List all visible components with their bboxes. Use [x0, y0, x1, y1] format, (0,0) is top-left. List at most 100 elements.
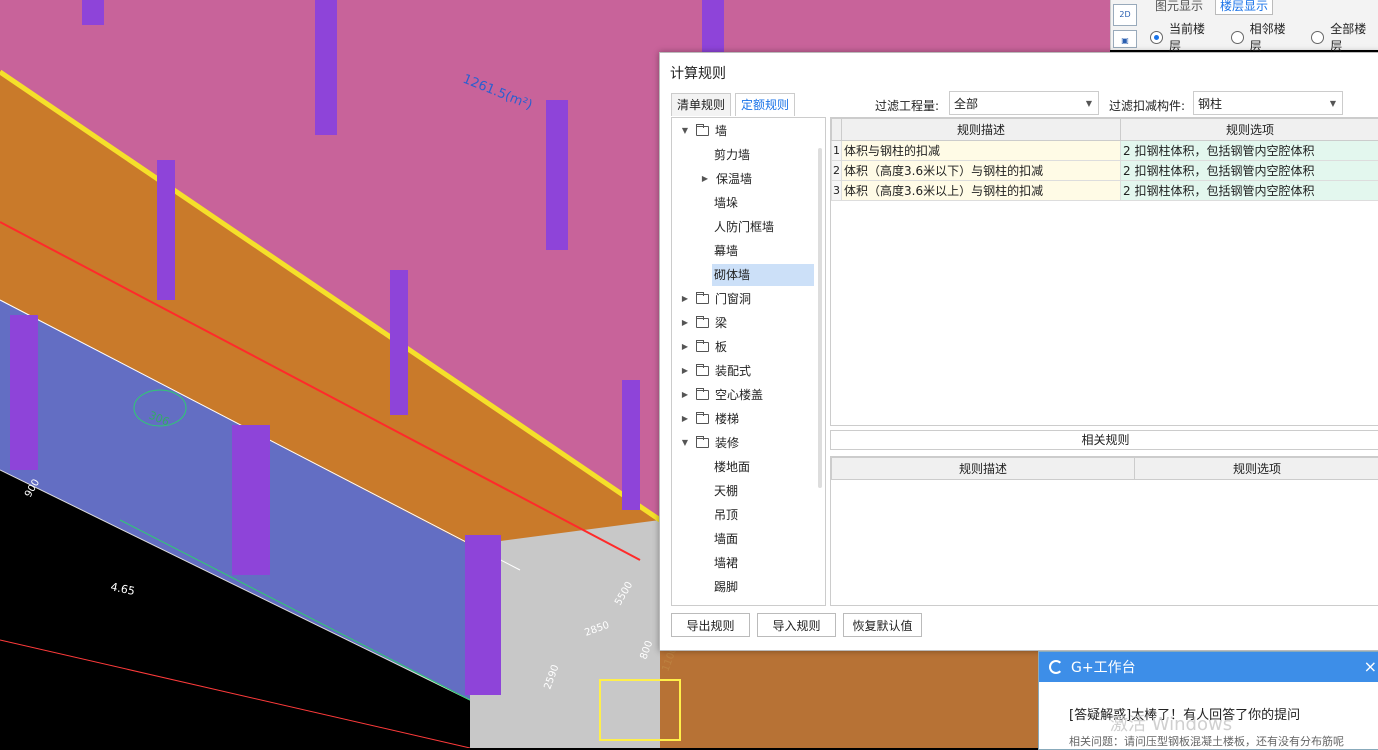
- tree-item[interactable]: 砌体墙: [712, 264, 814, 286]
- notification-header: G+工作台 ×: [1039, 652, 1378, 682]
- tree-item-label: 门窗洞: [715, 288, 751, 310]
- folder-icon: [696, 414, 709, 424]
- calc-rules-dialog: 计算规则 清单规则 定额规则 过滤工程量: 全部▼ 过滤扣减构件: 钢柱▼ ▼墙…: [659, 52, 1378, 651]
- caret-right-icon[interactable]: ▶: [680, 312, 690, 334]
- tree-item[interactable]: 人防门框墙: [714, 216, 774, 238]
- row-number: 3: [832, 181, 842, 201]
- folder-icon: [696, 342, 709, 352]
- tree-item-label: 楼地面: [714, 456, 750, 478]
- tree-item[interactable]: ▶ 空心楼盖: [680, 384, 763, 406]
- tab-bill-rules[interactable]: 清单规则: [671, 93, 731, 116]
- tree-item-label: 板: [715, 336, 727, 358]
- rules-grid[interactable]: 规则描述 规则选项 1 体积与钢柱的扣减 2 扣钢柱体积，包括钢管内空腔体积 2…: [830, 117, 1378, 426]
- tab-floor-display[interactable]: 楼层显示: [1215, 0, 1273, 15]
- g-logo-icon: [1049, 660, 1063, 674]
- chevron-down-icon: ▼: [1330, 92, 1336, 116]
- tree-item[interactable]: ▼ 装修: [680, 432, 739, 454]
- radio-adjacent-floor[interactable]: 相邻楼层: [1231, 20, 1298, 54]
- radio-dot-icon: [1150, 31, 1163, 44]
- tree-item-label: 幕墙: [714, 240, 738, 262]
- filter-component-select[interactable]: 钢柱▼: [1193, 91, 1343, 115]
- caret-right-icon[interactable]: ▶: [700, 168, 710, 190]
- column-header-option[interactable]: 规则选项: [1135, 458, 1378, 480]
- rule-option-cell[interactable]: 2 扣钢柱体积，包括钢管内空腔体积: [1121, 141, 1378, 161]
- column-header-option[interactable]: 规则选项: [1121, 119, 1378, 141]
- tree-item-label: 剪力墙: [714, 144, 750, 166]
- tree-item[interactable]: 墙垛: [714, 192, 738, 214]
- tree-item-label: 吊顶: [714, 504, 738, 526]
- caret-right-icon[interactable]: ▶: [680, 384, 690, 406]
- caret-right-icon[interactable]: ▶: [680, 288, 690, 310]
- tree-item[interactable]: 剪力墙: [714, 144, 750, 166]
- tab-element-display[interactable]: 图元显示: [1151, 0, 1207, 14]
- tree-item[interactable]: 墙裙: [714, 552, 738, 574]
- view-2d-button[interactable]: 2D: [1113, 4, 1137, 26]
- tree-item[interactable]: ▶板: [680, 336, 727, 358]
- tree-item[interactable]: 天棚: [714, 480, 738, 502]
- radio-all-floors[interactable]: 全部楼层: [1311, 20, 1378, 54]
- filter-quantity-select[interactable]: 全部▼: [949, 91, 1099, 115]
- rule-option-cell[interactable]: 2 扣钢柱体积，包括钢管内空腔体积: [1121, 161, 1378, 181]
- tree-item-label: 保温墙: [716, 168, 752, 190]
- tree-item-label: 人防门框墙: [714, 216, 774, 238]
- table-row[interactable]: 1 体积与钢柱的扣减 2 扣钢柱体积，包括钢管内空腔体积: [832, 141, 1378, 161]
- caret-down-icon[interactable]: ▼: [680, 120, 690, 142]
- tree-item[interactable]: 墙面: [714, 528, 738, 550]
- caret-right-icon[interactable]: ▶: [680, 336, 690, 358]
- tree-item[interactable]: ▶楼梯: [680, 408, 739, 430]
- tree-item-label: 梁: [715, 312, 727, 334]
- folder-icon: [696, 126, 709, 136]
- row-number: 2: [832, 161, 842, 181]
- view-3d-cube-icon[interactable]: ▣: [1113, 30, 1137, 48]
- column-header-description[interactable]: 规则描述: [832, 458, 1135, 480]
- related-rules-header: 相关规则: [830, 430, 1378, 450]
- tree-scrollbar[interactable]: [818, 148, 822, 488]
- rule-description-cell[interactable]: 体积与钢柱的扣减: [842, 141, 1121, 161]
- related-rules-grid[interactable]: 规则描述 规则选项: [830, 456, 1378, 606]
- radio-dot-icon: [1311, 31, 1324, 44]
- tree-item[interactable]: 楼地面: [714, 456, 750, 478]
- tree-item[interactable]: 吊顶: [714, 504, 738, 526]
- table-row[interactable]: 3 体积（高度3.6米以上）与钢柱的扣减 2 扣钢柱体积，包括钢管内空腔体积: [832, 181, 1378, 201]
- row-number: 1: [832, 141, 842, 161]
- close-icon[interactable]: ×: [1364, 657, 1377, 676]
- folder-icon: [696, 438, 709, 448]
- restore-default-button[interactable]: 恢复默认值: [843, 613, 922, 637]
- tree-item-label: 装修: [715, 432, 739, 454]
- rule-option-cell[interactable]: 2 扣钢柱体积，包括钢管内空腔体积: [1121, 181, 1378, 201]
- tree-item[interactable]: 幕墙: [714, 240, 738, 262]
- floor-radio-group: 当前楼层 相邻楼层 全部楼层: [1150, 20, 1378, 54]
- folder-icon: [696, 366, 709, 376]
- caret-down-icon[interactable]: ▼: [680, 432, 690, 454]
- table-row[interactable]: 2 体积（高度3.6米以下）与钢柱的扣减 2 扣钢柱体积，包括钢管内空腔体积: [832, 161, 1378, 181]
- tree-item-label: 墙面: [714, 528, 738, 550]
- radio-dot-icon: [1231, 31, 1244, 44]
- tree-item-label: 墙裙: [714, 552, 738, 574]
- rule-description-cell[interactable]: 体积（高度3.6米以上）与钢柱的扣减: [842, 181, 1121, 201]
- tree-item-label: 墙垛: [714, 192, 738, 214]
- import-rules-button[interactable]: 导入规则: [757, 613, 836, 637]
- caret-right-icon[interactable]: ▶: [680, 408, 690, 430]
- rule-description-cell[interactable]: 体积（高度3.6米以下）与钢柱的扣减: [842, 161, 1121, 181]
- tree-item[interactable]: ▶ 门窗洞: [680, 288, 751, 310]
- chevron-down-icon: ▼: [1086, 92, 1092, 116]
- column-header-description[interactable]: 规则描述: [842, 119, 1121, 141]
- filter-quantity-label: 过滤工程量:: [875, 97, 939, 114]
- tab-quota-rules[interactable]: 定额规则: [735, 93, 795, 116]
- export-rules-button[interactable]: 导出规则: [671, 613, 750, 637]
- tree-item[interactable]: ▼墙: [680, 120, 727, 142]
- grid-corner: [832, 119, 842, 141]
- tree-item[interactable]: 踢脚: [714, 576, 738, 598]
- radio-current-floor[interactable]: 当前楼层: [1150, 20, 1217, 54]
- caret-right-icon[interactable]: ▶: [680, 360, 690, 382]
- tree-item-label: 天棚: [714, 480, 738, 502]
- tree-item[interactable]: ▶梁: [680, 312, 727, 334]
- filter-component-label: 过滤扣减构件:: [1109, 97, 1185, 114]
- windows-activation-watermark: 激活 Windows: [1110, 710, 1232, 736]
- tree-item[interactable]: ▶装配式: [680, 360, 751, 382]
- component-tree[interactable]: ▼墙剪力墙▶保温墙墙垛人防门框墙幕墙砌体墙▶门窗洞▶梁▶板▶装配式▶空心楼盖▶楼…: [671, 117, 826, 606]
- tree-item[interactable]: ▶ 保温墙: [700, 168, 752, 190]
- folder-icon: [696, 390, 709, 400]
- tree-item-label: 墙: [715, 120, 727, 142]
- tree-item-label: 空心楼盖: [715, 384, 763, 406]
